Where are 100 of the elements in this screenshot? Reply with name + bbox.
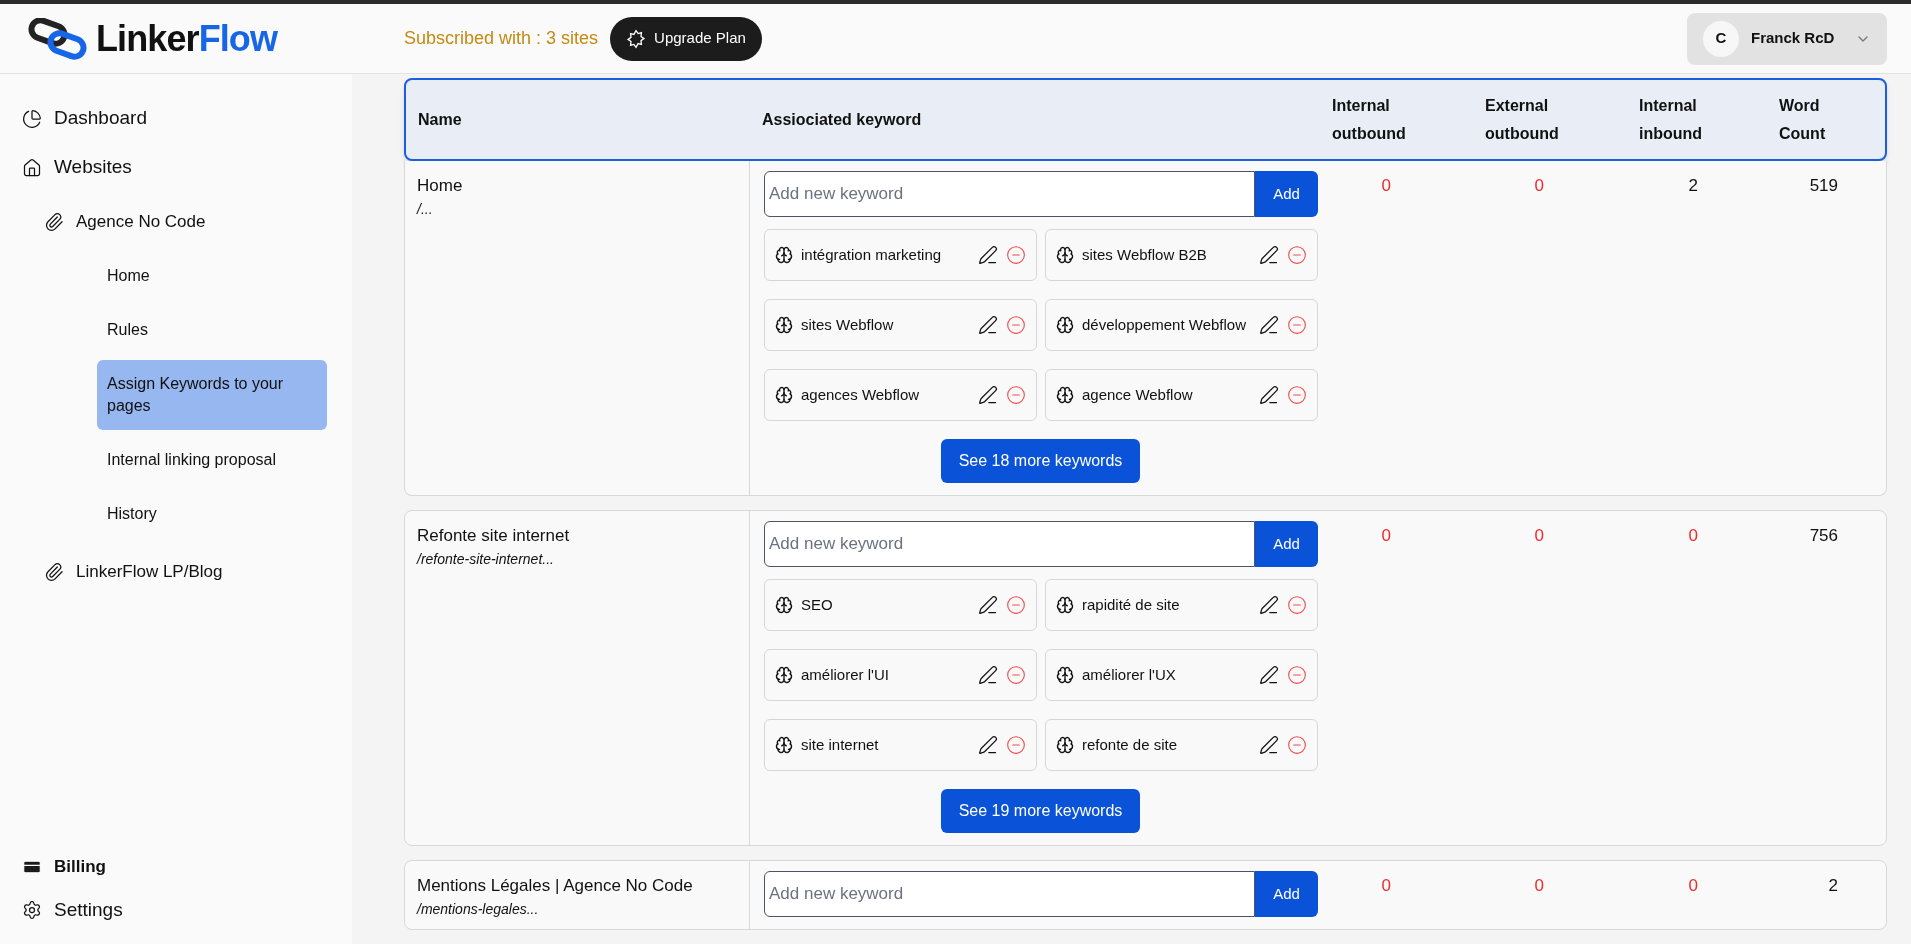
- keyword-input[interactable]: Add new keyword: [764, 871, 1255, 917]
- website-item[interactable]: Agence No Code: [0, 196, 352, 248]
- brain-icon: [775, 316, 793, 334]
- edit-icon[interactable]: [1259, 385, 1279, 405]
- page-name: Home: [417, 175, 464, 197]
- edit-icon[interactable]: [978, 245, 998, 265]
- keyword-input[interactable]: Add new keyword: [764, 171, 1255, 217]
- column-header: Internal inbound: [1639, 95, 1704, 144]
- keyword-text: améliorer l'UX: [1082, 665, 1177, 685]
- edit-icon[interactable]: [978, 735, 998, 755]
- column-header: Internal outbound: [1332, 95, 1407, 144]
- page-link[interactable]: Rules: [97, 306, 327, 354]
- remove-icon[interactable]: [1287, 315, 1307, 335]
- brain-icon: [775, 666, 793, 684]
- see-more-button[interactable]: See 18 more keywords: [940, 439, 1141, 483]
- keyword-text: intégration marketing: [801, 245, 943, 265]
- sidebar-item[interactable]: Dashboard: [0, 94, 352, 143]
- user-name: Franck RcD: [1751, 28, 1835, 49]
- brain-icon: [1056, 666, 1074, 684]
- brain-icon: [1056, 386, 1074, 404]
- keyword-text: SEO: [801, 595, 834, 615]
- keyword-text: agences Webflow: [801, 385, 921, 405]
- home-icon: [22, 157, 42, 178]
- stat-value: 519: [1808, 175, 1838, 197]
- column-header: Word Count: [1779, 95, 1827, 144]
- column-header: External outbound: [1485, 95, 1560, 144]
- remove-icon[interactable]: [1287, 385, 1307, 405]
- sidebar-item[interactable]: Billing: [22, 854, 352, 880]
- page-path: /...: [417, 199, 434, 219]
- see-more-button[interactable]: See 19 more keywords: [940, 789, 1141, 833]
- stat-value: 756: [1808, 525, 1838, 547]
- remove-icon[interactable]: [1006, 595, 1026, 615]
- remove-icon[interactable]: [1287, 245, 1307, 265]
- stat-value: 0: [1380, 175, 1391, 197]
- brain-icon: [775, 386, 793, 404]
- brain-icon: [1056, 246, 1074, 264]
- subscription-text: Subscribed with : 3 sites: [404, 27, 599, 50]
- edit-icon[interactable]: [978, 665, 998, 685]
- brain-icon: [1056, 316, 1074, 334]
- keyword-input[interactable]: Add new keyword: [764, 521, 1255, 567]
- remove-icon[interactable]: [1006, 315, 1026, 335]
- pie-chart-icon: [22, 108, 42, 129]
- brain-icon: [775, 596, 793, 614]
- stat-value: 0: [1533, 525, 1544, 547]
- brain-icon: [775, 246, 793, 264]
- brain-icon: [775, 736, 793, 754]
- page-path: /mentions-legales...: [417, 899, 540, 919]
- stat-value: 2: [1827, 875, 1838, 897]
- add-button[interactable]: Add: [1255, 521, 1318, 567]
- remove-icon[interactable]: [1287, 735, 1307, 755]
- stat-value: 0: [1380, 525, 1391, 547]
- stat-value: 2: [1687, 175, 1698, 197]
- edit-icon[interactable]: [1259, 245, 1279, 265]
- edit-icon[interactable]: [1259, 595, 1279, 615]
- remove-icon[interactable]: [1287, 665, 1307, 685]
- page-link[interactable]: Internal linking proposal: [97, 436, 327, 484]
- stat-value: 0: [1380, 875, 1391, 897]
- page-link[interactable]: Home: [97, 252, 327, 300]
- keyword-text: agence Webflow: [1082, 385, 1194, 405]
- stat-value: 0: [1687, 875, 1698, 897]
- keyword-text: sites Webflow: [801, 315, 895, 335]
- keyword-text: rapidité de site: [1082, 595, 1181, 615]
- page-path: /refonte-site-internet...: [417, 549, 555, 569]
- keyword-text: améliorer l'UI: [801, 665, 890, 685]
- keyword-text: refonte de site: [1082, 735, 1179, 755]
- keyword-text: site internet: [801, 735, 880, 755]
- edit-icon[interactable]: [1259, 735, 1279, 755]
- paperclip-icon: [44, 562, 64, 582]
- settings-icon: [22, 899, 42, 920]
- page-name: Mentions Légales | Agence No Code: [417, 875, 694, 897]
- logo-text: Flow: [198, 17, 278, 59]
- add-button[interactable]: Add: [1255, 171, 1318, 217]
- edit-icon[interactable]: [1259, 665, 1279, 685]
- stat-value: 0: [1533, 875, 1544, 897]
- chain-link-icon: [28, 17, 88, 60]
- brain-icon: [1056, 736, 1074, 754]
- page-link[interactable]: Assign Keywords to your pages: [97, 360, 327, 430]
- stat-value: 0: [1687, 525, 1698, 547]
- badge-icon: [626, 28, 647, 49]
- edit-icon[interactable]: [1259, 315, 1279, 335]
- edit-icon[interactable]: [978, 385, 998, 405]
- sidebar-item[interactable]: Settings: [22, 895, 352, 924]
- add-button[interactable]: Add: [1255, 871, 1318, 917]
- page-link[interactable]: History: [97, 490, 327, 538]
- sidebar-item[interactable]: Websites: [0, 143, 352, 192]
- remove-icon[interactable]: [1006, 665, 1026, 685]
- keyword-text: sites Webflow B2B: [1082, 245, 1208, 265]
- column-header: Assiociated keyword: [761, 109, 923, 130]
- remove-icon[interactable]: [1006, 245, 1026, 265]
- remove-icon[interactable]: [1006, 735, 1026, 755]
- user-menu-button[interactable]: C Franck RcD: [1687, 12, 1887, 65]
- remove-icon[interactable]: [1006, 385, 1026, 405]
- column-header: Name: [417, 109, 463, 130]
- remove-icon[interactable]: [1287, 595, 1307, 615]
- paperclip-icon: [44, 212, 64, 232]
- page-name: Refonte site internet: [417, 525, 571, 547]
- upgrade-plan-button[interactable]: Upgrade Plan: [610, 16, 762, 61]
- edit-icon[interactable]: [978, 315, 998, 335]
- website-item[interactable]: LinkerFlow LP/Blog: [0, 546, 352, 598]
- edit-icon[interactable]: [978, 595, 998, 615]
